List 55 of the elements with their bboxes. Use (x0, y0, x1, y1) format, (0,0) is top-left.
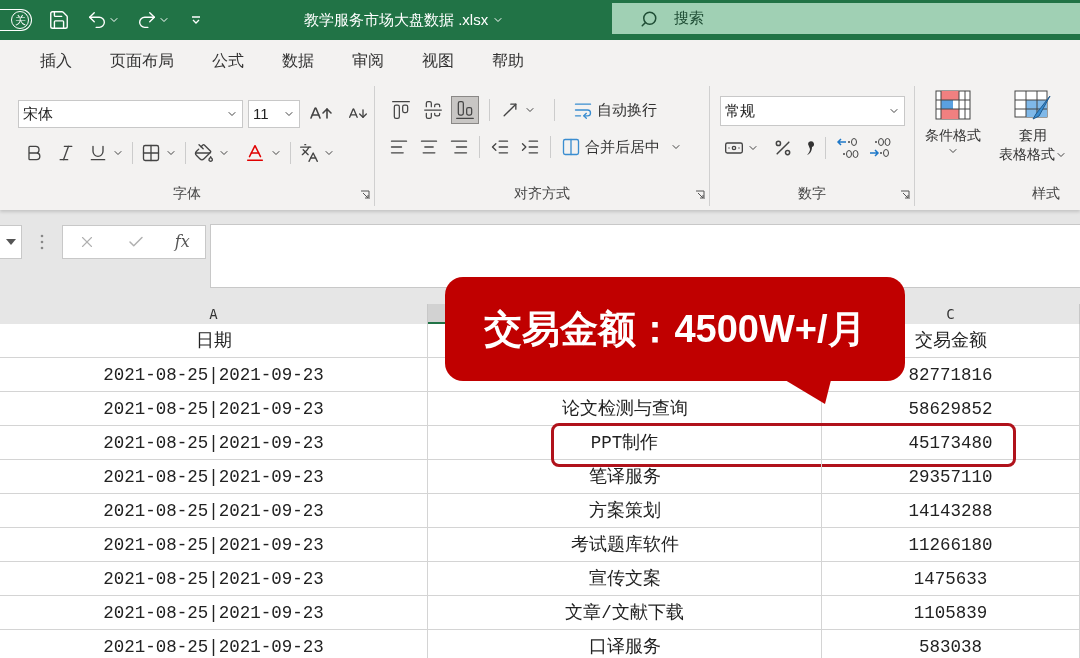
table-cell-text: 2021-08-25|2021-09-23 (103, 533, 324, 557)
table-cell-text: 口译服务 (588, 635, 661, 658)
font-size-value: 11 (253, 103, 269, 124)
table-cell-text: 论文检测与查询 (561, 397, 688, 421)
group-label: 样式 (1032, 184, 1060, 203)
table-cell-text: 交易金额 (914, 329, 987, 353)
table-cell-text: 11266180 (908, 533, 993, 557)
table-cell-text: 14143288 (908, 499, 993, 523)
column-header[interactable]: A (0, 304, 428, 324)
ribbon-tab[interactable]: 页面布局 (110, 49, 174, 73)
table-cell-text: 2021-08-25|2021-09-23 (103, 363, 324, 387)
table-cell-text: 方案策划 (588, 499, 661, 523)
table-cell-text: 82771816 (908, 363, 993, 387)
group-label: 对齐方式 (513, 184, 571, 203)
font-name-dropdown[interactable]: 宋体 (18, 100, 243, 128)
ribbon-tab[interactable]: 数据 (282, 49, 314, 73)
table-cell-text: 583038 (919, 635, 982, 658)
table-cell-text: 2021-08-25|2021-09-23 (103, 431, 324, 455)
table-cell-text: 2021-08-25|2021-09-23 (103, 635, 324, 658)
callout-tooltip: 交易金额：4500W+/月 (445, 277, 905, 381)
table-cell-text: PPT制作 (590, 431, 659, 455)
table-cell-text: 2021-08-25|2021-09-23 (103, 499, 324, 523)
merge-center-button[interactable]: 合并后居中 (561, 136, 660, 159)
insert-function-button[interactable]: fx (174, 230, 190, 254)
ribbon-tab[interactable]: 视图 (422, 49, 454, 73)
wrap-text-button[interactable]: 自动换行 (573, 98, 657, 122)
ribbon-tab[interactable]: 审阅 (352, 49, 384, 73)
search-placeholder: 搜索 (674, 8, 704, 29)
table-cell-text: 29357110 (908, 465, 993, 489)
table-cell-text: 2021-08-25|2021-09-23 (103, 567, 324, 591)
search-field[interactable]: 搜索 (612, 3, 1080, 34)
table-cell-text: 文章/文献下载 (565, 601, 684, 625)
table-cell-text: 2021-08-25|2021-09-23 (103, 397, 324, 421)
group-label: 数字 (797, 184, 827, 203)
table-format-button[interactable]: 套用 表格格式 (999, 90, 1067, 172)
table-cell-text: 笔译服务 (588, 465, 661, 489)
ribbon-tab[interactable]: 公式 (212, 49, 244, 73)
table-cell-text: 1105839 (913, 601, 988, 625)
table-cell-text: 58629852 (908, 397, 993, 421)
ribbon-tab[interactable]: 帮助 (492, 49, 524, 73)
table-cell-text: 45173480 (908, 431, 993, 455)
table-cell-text: 日期 (195, 329, 232, 353)
font-size-dropdown[interactable]: 11 (248, 100, 300, 128)
number-format-value: 常规 (725, 100, 755, 121)
window-title: 教学服务市场大盘数据 .xlsx (304, 9, 489, 30)
table-cell-text: 1475633 (913, 567, 988, 591)
table-cell-text: 2021-08-25|2021-09-23 (103, 601, 324, 625)
table-cell-text: 考试题库软件 (570, 533, 679, 557)
font-name-value: 宋体 (23, 103, 53, 124)
group-label: 字体 (172, 184, 202, 203)
table-cell-text: 2021-08-25|2021-09-23 (103, 465, 324, 489)
number-format-dropdown[interactable]: 常规 (720, 96, 905, 126)
table-cell-text: 宣传文案 (588, 567, 661, 591)
ribbon-tab[interactable]: 插入 (40, 49, 72, 73)
conditional-format-button[interactable]: 条件格式 (925, 90, 981, 172)
